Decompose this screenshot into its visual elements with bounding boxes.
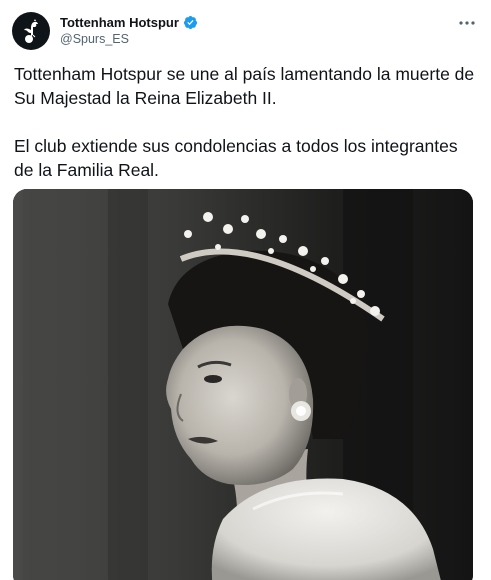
name-row: Tottenham Hotspur — [60, 15, 198, 31]
verified-badge-icon — [183, 16, 197, 30]
tweet-paragraph: Tottenham Hotspur se une al país lamenta… — [14, 64, 475, 108]
tweet-header: Tottenham Hotspur @Spurs_ES — [12, 11, 479, 51]
more-dots-icon — [459, 21, 475, 25]
tweet-photo[interactable] — [13, 189, 473, 580]
cockerel-logo-icon — [24, 19, 38, 43]
account-names: Tottenham Hotspur @Spurs_ES — [60, 15, 198, 48]
tweet-paragraph: El club extiende sus condolencias a todo… — [14, 136, 458, 180]
tweet-text: Tottenham Hotspur se une al país lamenta… — [14, 62, 477, 182]
display-name[interactable]: Tottenham Hotspur — [60, 15, 179, 31]
more-options-button[interactable] — [455, 13, 479, 33]
account-handle[interactable]: @Spurs_ES — [60, 32, 198, 48]
avatar[interactable] — [12, 12, 50, 50]
queen-portrait-image — [13, 189, 473, 580]
tweet-card: Tottenham Hotspur @Spurs_ES Tottenham Ho… — [0, 0, 491, 580]
